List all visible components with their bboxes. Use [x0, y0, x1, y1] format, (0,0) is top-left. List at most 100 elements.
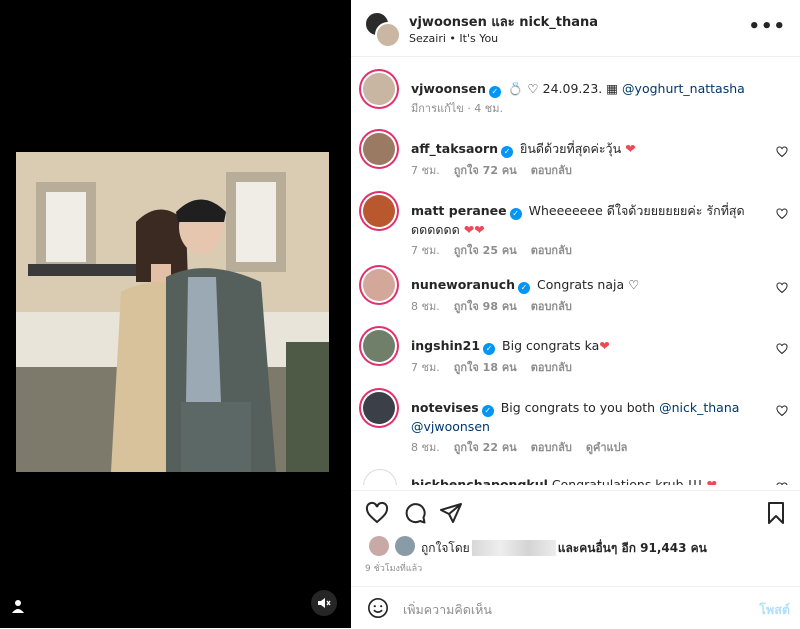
translate-button[interactable]: ดูคำแปล	[586, 441, 628, 454]
avatar[interactable]	[395, 536, 415, 556]
verified-icon: ✓	[483, 343, 496, 355]
username[interactable]: notevises	[411, 400, 479, 415]
comment-body: ยินดีด้วยที่สุดค่ะวุ้น	[520, 141, 622, 156]
comment-text: aff_taksaorn ✓ ยินดีด้วยที่สุดค่ะวุ้น ❤	[411, 139, 771, 158]
like-icon[interactable]	[365, 501, 389, 525]
heart-outline-icon: ♡	[628, 277, 640, 292]
add-comment-bar: เพิ่มความคิดเห็น โพสต์	[351, 586, 800, 629]
heart-emoji-icon: ❤	[625, 141, 636, 156]
post-panel: vjwoonsen และ nick_thana Sezairi • It's …	[351, 0, 800, 628]
more-options-icon[interactable]: •••	[748, 16, 786, 37]
ring-icon: 💍	[507, 81, 524, 96]
comment-body: Congratulations krub !!!	[551, 477, 703, 485]
post-time: 9 ชั่วโมงที่แล้ว	[365, 564, 423, 574]
comment-body: Big congrats ka	[502, 338, 600, 353]
avatar[interactable]	[363, 392, 395, 424]
post-button[interactable]: โพสต์	[759, 600, 790, 620]
likes-count[interactable]: ถูกใจ 22 คน	[454, 441, 517, 454]
heart-emoji-icon: ❤	[706, 477, 718, 485]
comment-body: Congrats naja	[537, 277, 625, 292]
caption: vjwoonsen ✓ 💍 ♡ 24.09.23. ▦ @yoghurt_natt…	[363, 73, 788, 119]
like-comment-icon[interactable]	[776, 143, 788, 158]
likes-count[interactable]: ถูกใจ 25 คน	[454, 244, 517, 257]
verified-icon: ✓	[501, 146, 514, 158]
reply-button[interactable]: ตอบกลับ	[531, 441, 572, 454]
like-comment-icon[interactable]	[776, 340, 788, 355]
reply-button[interactable]: ตอบกลับ	[531, 361, 572, 374]
blurred-username	[471, 540, 556, 556]
mute-icon[interactable]	[311, 590, 337, 616]
like-comment-icon[interactable]	[776, 205, 788, 220]
action-bar	[351, 490, 800, 531]
mention-link[interactable]: @yoghurt_nattasha	[622, 81, 745, 96]
caption-date: 24.09.23.	[542, 81, 603, 96]
comment-icon[interactable]	[403, 501, 427, 525]
comment-input[interactable]: เพิ่มความคิดเห็น	[403, 600, 492, 620]
comment-text: notevises ✓ Big congrats to you both @nic…	[411, 398, 771, 436]
comment-meta: 7 ชม. ถูกใจ 18 คน ตอบกลับ	[411, 361, 572, 374]
verified-icon: ✓	[509, 208, 522, 220]
author-names[interactable]: vjwoonsen และ nick_thana	[409, 11, 598, 32]
audio-track[interactable]: Sezairi • It's You	[409, 32, 498, 45]
username[interactable]: ingshin21	[411, 338, 480, 353]
comment-item: ingshin21 ✓ Big congrats ka❤ 7 ชม. ถูกใจ 1…	[363, 330, 788, 380]
flag-icon: ▦	[606, 81, 619, 96]
username[interactable]: matt peranee	[411, 203, 507, 218]
reply-button[interactable]: ตอบกลับ	[531, 164, 572, 177]
username[interactable]: bickbenchapongkul	[411, 477, 548, 485]
username[interactable]: nuneworanuch	[411, 277, 515, 292]
comment-body: Big congrats to you both	[500, 400, 656, 415]
comment-text: matt peranee ✓ Wheeeeeee ดีใจด้วยยยยยยค่ะ…	[411, 201, 771, 239]
avatar[interactable]	[363, 469, 397, 485]
likes-count[interactable]: ถูกใจ 18 คน	[454, 361, 517, 374]
comment-meta: 8 ชม. ถูกใจ 98 คน ตอบกลับ	[411, 300, 572, 313]
avatar[interactable]	[363, 133, 395, 165]
comments-list[interactable]: vjwoonsen ✓ 💍 ♡ 24.09.23. ▦ @yoghurt_natt…	[351, 57, 800, 485]
mention-link[interactable]: @vjwoonsen	[411, 419, 490, 434]
media-viewer[interactable]	[0, 0, 351, 628]
reply-button[interactable]: ตอบกลับ	[531, 244, 572, 257]
avatar[interactable]	[363, 73, 395, 105]
comment-meta: 7 ชม. ถูกใจ 72 คน ตอบกลับ	[411, 164, 572, 177]
comment-text: nuneworanuch ✓ Congrats naja ♡	[411, 275, 771, 294]
caption-text: vjwoonsen ✓ 💍 ♡ 24.09.23. ▦ @yoghurt_natt…	[411, 79, 771, 98]
like-comment-icon[interactable]	[776, 479, 788, 485]
heart-emoji-icon: ❤	[599, 338, 610, 353]
share-icon[interactable]	[439, 501, 463, 525]
avatar[interactable]	[363, 269, 395, 301]
username[interactable]: aff_taksaorn	[411, 141, 498, 156]
caption-meta: มีการแก้ไข · 4 ชม.	[411, 102, 503, 115]
likes-text[interactable]: ถูกใจโดย และคนอื่นๆ อีก 91,443 คน	[421, 539, 707, 558]
post-photo	[16, 152, 329, 472]
comment-item: bickbenchapongkul Congratulations krub !…	[363, 469, 788, 485]
tagged-user-icon[interactable]	[10, 598, 26, 614]
mention-link[interactable]: @nick_thana	[659, 400, 739, 415]
avatar[interactable]	[369, 536, 389, 556]
post-header: vjwoonsen และ nick_thana Sezairi • It's …	[351, 0, 800, 57]
like-comment-icon[interactable]	[776, 279, 788, 294]
likes-count[interactable]: ถูกใจ 72 คน	[454, 164, 517, 177]
comment-item: matt peranee ✓ Wheeeeeee ดีใจด้วยยยยยยค่ะ…	[363, 195, 788, 257]
save-icon[interactable]	[764, 501, 788, 525]
comment-item: aff_taksaorn ✓ ยินดีด้วยที่สุดค่ะวุ้น ❤ 7…	[363, 133, 788, 183]
comment-meta: 8 ชม. ถูกใจ 22 คน ตอบกลับ ดูคำแปล	[411, 441, 628, 454]
reply-button[interactable]: ตอบกลับ	[531, 300, 572, 313]
username[interactable]: vjwoonsen	[411, 81, 486, 96]
like-comment-icon[interactable]	[776, 402, 788, 417]
avatar[interactable]	[363, 195, 395, 227]
comment-item: nuneworanuch ✓ Congrats naja ♡ 8 ชม. ถูกใจ…	[363, 269, 788, 319]
avatar[interactable]	[363, 330, 395, 362]
comment-item: notevises ✓ Big congrats to you both @nic…	[363, 392, 788, 454]
comment-text: ingshin21 ✓ Big congrats ka❤	[411, 336, 771, 355]
verified-icon: ✓	[481, 405, 494, 417]
heart-outline-icon: ♡	[527, 81, 539, 96]
collab-avatars[interactable]	[365, 12, 401, 48]
likes-count[interactable]: ถูกใจ 98 คน	[454, 300, 517, 313]
likes-summary: ถูกใจโดย และคนอื่นๆ อีก 91,443 คน	[365, 536, 795, 558]
emoji-icon[interactable]	[367, 597, 389, 619]
comment-text: bickbenchapongkul Congratulations krub !…	[411, 475, 771, 485]
comment-meta: 7 ชม. ถูกใจ 25 คน ตอบกลับ	[411, 244, 572, 257]
verified-icon: ✓	[518, 282, 531, 294]
heart-emoji-icon: ❤❤	[463, 222, 485, 237]
verified-icon: ✓	[488, 86, 501, 98]
